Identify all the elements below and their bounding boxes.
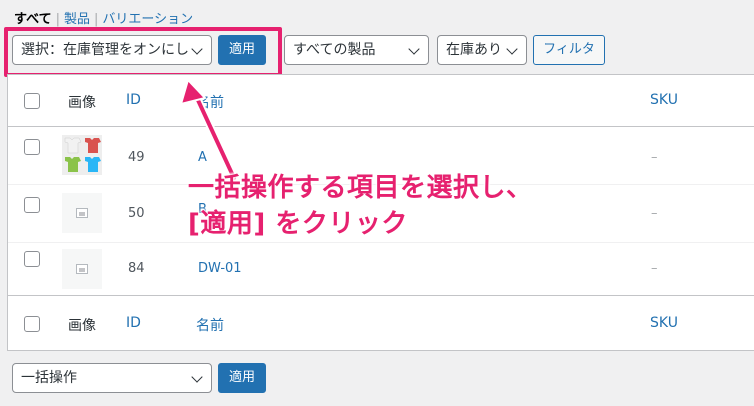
annotation-line-1: 一括操作する項目を選択し、 [188, 173, 533, 203]
annotation-line-2: [適用] をクリック [188, 209, 408, 239]
annotation-callout: 一括操作する項目を選択し、 [適用] をクリック [188, 170, 533, 242]
